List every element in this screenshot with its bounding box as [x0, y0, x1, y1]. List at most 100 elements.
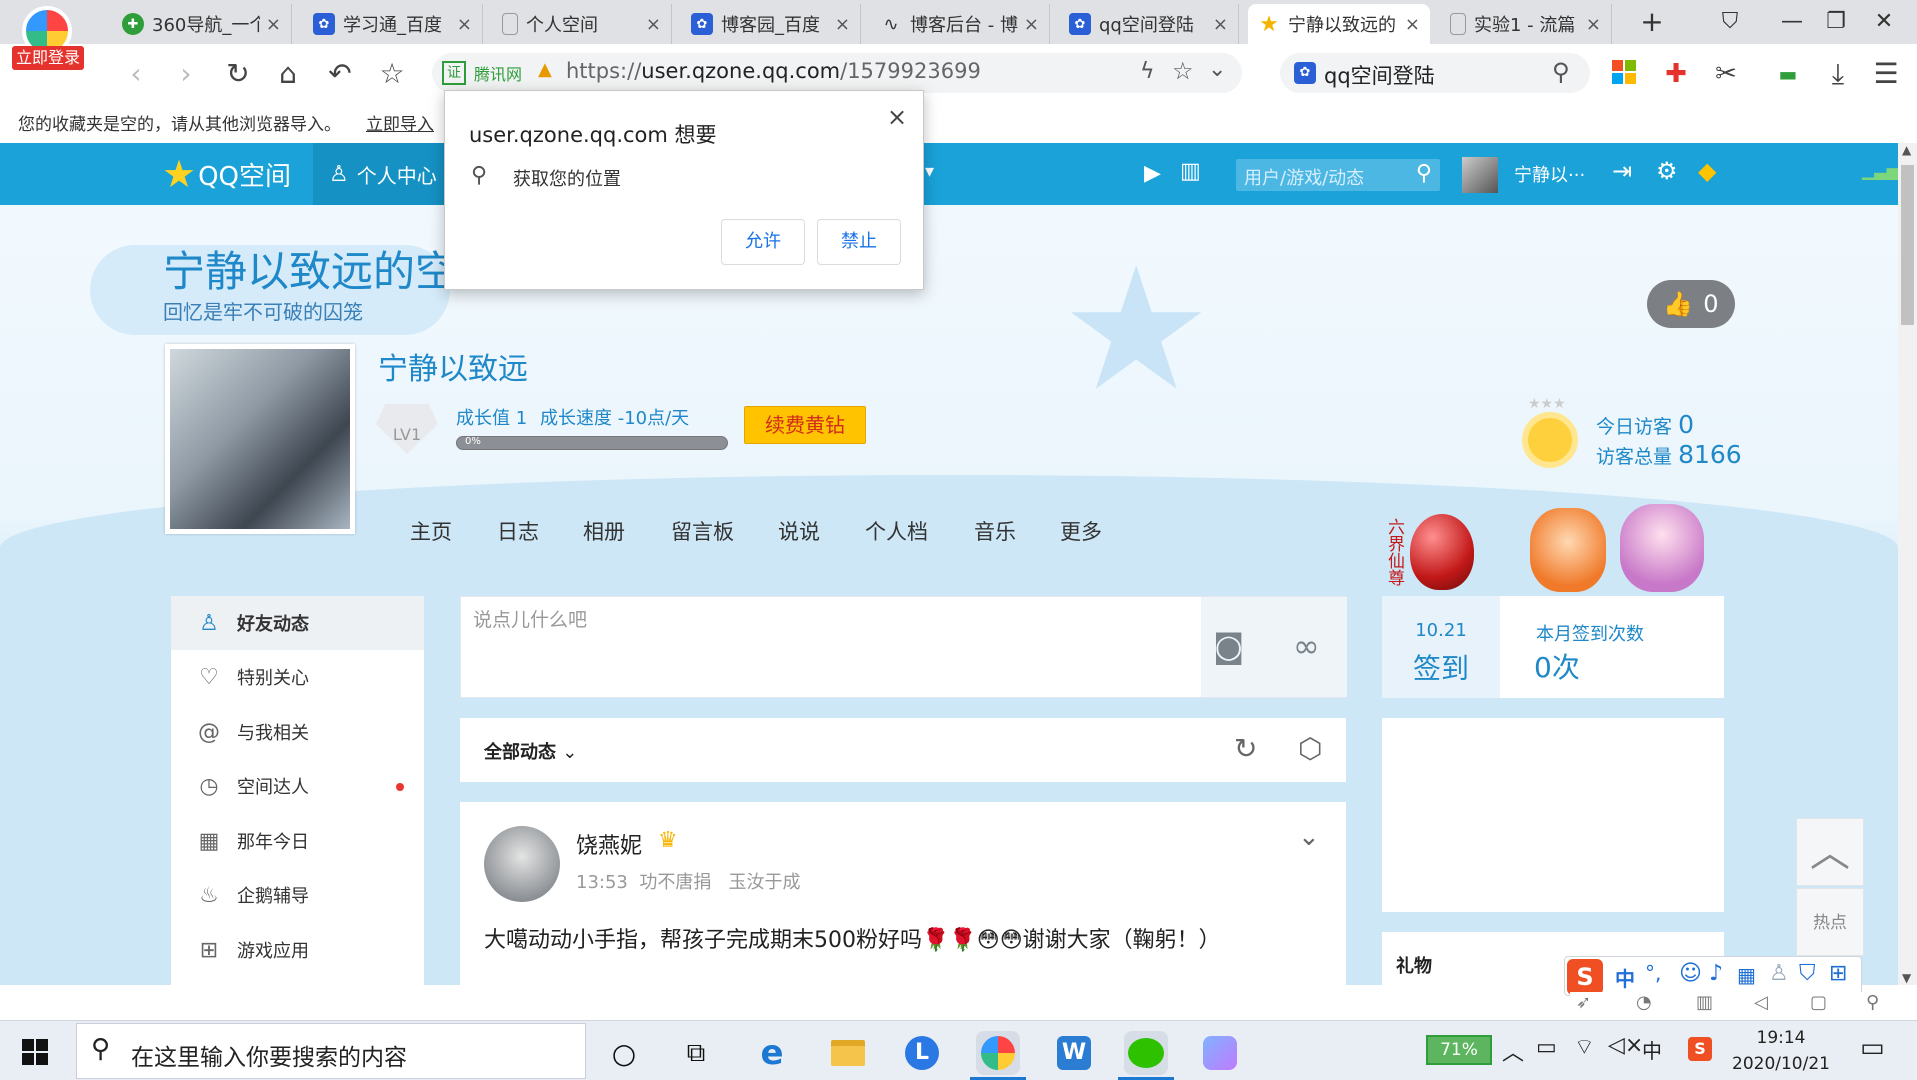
- restore-icon[interactable]: ❐: [1814, 6, 1858, 38]
- menu-special-care[interactable]: ♡ 特别关心: [171, 650, 424, 704]
- hot-button[interactable]: 热点: [1796, 888, 1864, 956]
- dropdown-arrow-icon[interactable]: ▾: [925, 161, 934, 182]
- camera-icon[interactable]: ◙: [1213, 627, 1244, 665]
- nav-shuoshuo[interactable]: 说说: [778, 516, 820, 546]
- url-field[interactable]: 证 腾讯网 ▲ https://user.qzone.qq.com/157992…: [432, 53, 1242, 93]
- feed-author[interactable]: 饶燕妮: [576, 828, 642, 860]
- apps-grid-icon[interactable]: [1612, 60, 1636, 84]
- taskbar-search-box[interactable]: ⚲ 在这里输入你要搜索的内容: [76, 1023, 586, 1079]
- wps-icon[interactable]: W: [1052, 1031, 1096, 1075]
- cert-badge[interactable]: 证: [442, 61, 466, 85]
- vertical-scrollbar[interactable]: ▲ ▼: [1898, 143, 1917, 985]
- shirt-skin-icon[interactable]: ⛉: [1708, 6, 1752, 38]
- mic-icon[interactable]: ♪: [1709, 961, 1723, 986]
- tab-close-icon[interactable]: ×: [646, 14, 661, 35]
- search-icon[interactable]: ⚲: [1552, 58, 1570, 86]
- renew-yellow-diamond-button[interactable]: 续费黄钻: [744, 406, 866, 444]
- tab-close-icon[interactable]: ×: [457, 14, 472, 35]
- profile-avatar[interactable]: [165, 344, 355, 534]
- nav-music[interactable]: 音乐: [974, 516, 1016, 546]
- nav-more[interactable]: 更多: [1060, 516, 1102, 546]
- zoom-icon[interactable]: ⚲: [1866, 992, 1879, 1013]
- lightning-icon[interactable]: ϟ: [1140, 59, 1155, 84]
- sound-icon[interactable]: ◁: [1754, 992, 1768, 1013]
- browser-logo[interactable]: 立即登录: [12, 6, 84, 70]
- qzone-search-input[interactable]: 用户/游戏/动态 ⚲: [1236, 159, 1440, 191]
- login-badge[interactable]: 立即登录: [12, 46, 84, 70]
- back-to-top-button[interactable]: ︿: [1796, 818, 1864, 886]
- red-egg-icon[interactable]: [1410, 514, 1474, 590]
- menu-related-to-me[interactable]: @ 与我相关: [171, 705, 424, 759]
- feed-more-chevron-icon[interactable]: ⌄: [1298, 822, 1320, 852]
- nav-guestbook[interactable]: 留言板: [671, 516, 734, 546]
- tab-close-icon[interactable]: ×: [1405, 14, 1420, 35]
- sogou-ime-toolbar[interactable]: S 中 °, ☺ ♪ ▦ ♙ ⛉ ⊞: [1564, 956, 1862, 996]
- cursor-icon[interactable]: ➶: [1576, 992, 1591, 1013]
- scrollbar-thumb[interactable]: [1901, 165, 1914, 325]
- scroll-down-arrow-icon[interactable]: ▼: [1902, 971, 1911, 985]
- link-icon[interactable]: ∞: [1293, 627, 1320, 665]
- settings-gear-icon[interactable]: ⚙: [1656, 157, 1678, 185]
- toolbox-icon[interactable]: ⊞: [1829, 961, 1847, 986]
- keyboard-icon[interactable]: ▦: [1737, 963, 1756, 987]
- fairy-pet-icon[interactable]: [1620, 504, 1704, 592]
- allow-button[interactable]: 允许: [721, 219, 805, 265]
- filter-dropdown[interactable]: 全部动态 ⌄: [484, 738, 577, 764]
- cortana-icon[interactable]: ○: [602, 1031, 646, 1075]
- user-avatar-small[interactable]: [1462, 157, 1498, 193]
- new-tab-icon[interactable]: +: [1630, 6, 1674, 38]
- lark-app-icon[interactable]: L: [900, 1031, 944, 1075]
- tab-experiment[interactable]: 实验1 - 流篇 ×: [1440, 4, 1612, 44]
- menu-friends-feed[interactable]: ♙ 好友动态: [171, 596, 424, 650]
- minimize-icon[interactable]: —: [1770, 6, 1814, 38]
- skin-icon[interactable]: ⛉: [1799, 961, 1816, 986]
- refresh-icon[interactable]: ↻: [220, 56, 256, 92]
- like-button[interactable]: 👍 0: [1647, 280, 1735, 328]
- nav-home[interactable]: 主页: [410, 516, 452, 546]
- favorite-star-icon[interactable]: ☆: [374, 56, 410, 92]
- clock[interactable]: 19:14 2020/10/21: [1726, 1025, 1836, 1077]
- import-bookmarks-link[interactable]: 立即导入: [366, 110, 434, 135]
- speed-icon[interactable]: ◔: [1636, 992, 1652, 1013]
- menu-space-expert[interactable]: ◷ 空间达人: [171, 759, 424, 813]
- feed-author-avatar[interactable]: [484, 826, 560, 902]
- download-icon[interactable]: ⤓: [1820, 56, 1856, 92]
- tab-xuexitong[interactable]: ✿ 学习通_百度 ×: [303, 4, 483, 44]
- file-explorer-icon[interactable]: [826, 1031, 870, 1075]
- post-input[interactable]: 说点儿什么吧: [461, 597, 1125, 697]
- ime-lang[interactable]: 中: [1615, 963, 1635, 992]
- fox-pet-icon[interactable]: [1530, 508, 1606, 592]
- scissors-icon[interactable]: ✂: [1708, 56, 1744, 92]
- nav-blog[interactable]: 日志: [497, 516, 539, 546]
- tab-close-icon[interactable]: ×: [1024, 14, 1039, 35]
- refresh-feed-icon[interactable]: ↻: [1234, 732, 1257, 765]
- menu-on-this-day[interactable]: ▦ 那年今日: [171, 814, 424, 868]
- menu-penguin-tutor[interactable]: ♨ 企鹅辅导: [171, 868, 424, 922]
- diamond-icon[interactable]: ◆: [1698, 157, 1716, 185]
- sogou-tray-icon[interactable]: S: [1688, 1037, 1712, 1061]
- game-controller-icon[interactable]: ✚: [1658, 56, 1694, 92]
- nav-profile[interactable]: 个人档: [865, 516, 928, 546]
- nickname[interactable]: 宁静以致远: [378, 344, 528, 388]
- task-view-icon[interactable]: ⧉: [674, 1031, 718, 1075]
- trash-icon[interactable]: ▥: [1696, 992, 1713, 1013]
- photos-cloud-icon[interactable]: [1198, 1031, 1242, 1075]
- url-dropdown-icon[interactable]: ⌄: [1208, 57, 1226, 82]
- qzone-logo[interactable]: ★ QQ空间: [162, 152, 291, 196]
- personal-center-tab[interactable]: ♙ 个人中心: [313, 143, 445, 205]
- dialog-close-icon[interactable]: ×: [887, 103, 907, 131]
- 360-browser-taskbar-icon[interactable]: [976, 1031, 1020, 1075]
- undo-close-icon[interactable]: ↶: [322, 56, 358, 92]
- back-icon[interactable]: ‹: [118, 56, 154, 92]
- deny-button[interactable]: 禁止: [817, 219, 901, 265]
- taskbar-ime-lang[interactable]: 中: [1642, 1035, 1662, 1064]
- search-box[interactable]: ✿ qq空间登陆 ⚲: [1280, 53, 1590, 93]
- tab-close-icon[interactable]: ×: [835, 14, 850, 35]
- play-icon[interactable]: ▶: [1144, 161, 1161, 186]
- forward-icon[interactable]: ›: [168, 56, 204, 92]
- feed-settings-icon[interactable]: ⬡: [1298, 732, 1322, 765]
- menu-icon[interactable]: ☰: [1868, 56, 1904, 92]
- wechat-icon[interactable]: [1124, 1031, 1168, 1075]
- volume-muted-icon[interactable]: ◁×: [1608, 1033, 1643, 1058]
- battery-saver-icon[interactable]: ▬: [1770, 56, 1806, 92]
